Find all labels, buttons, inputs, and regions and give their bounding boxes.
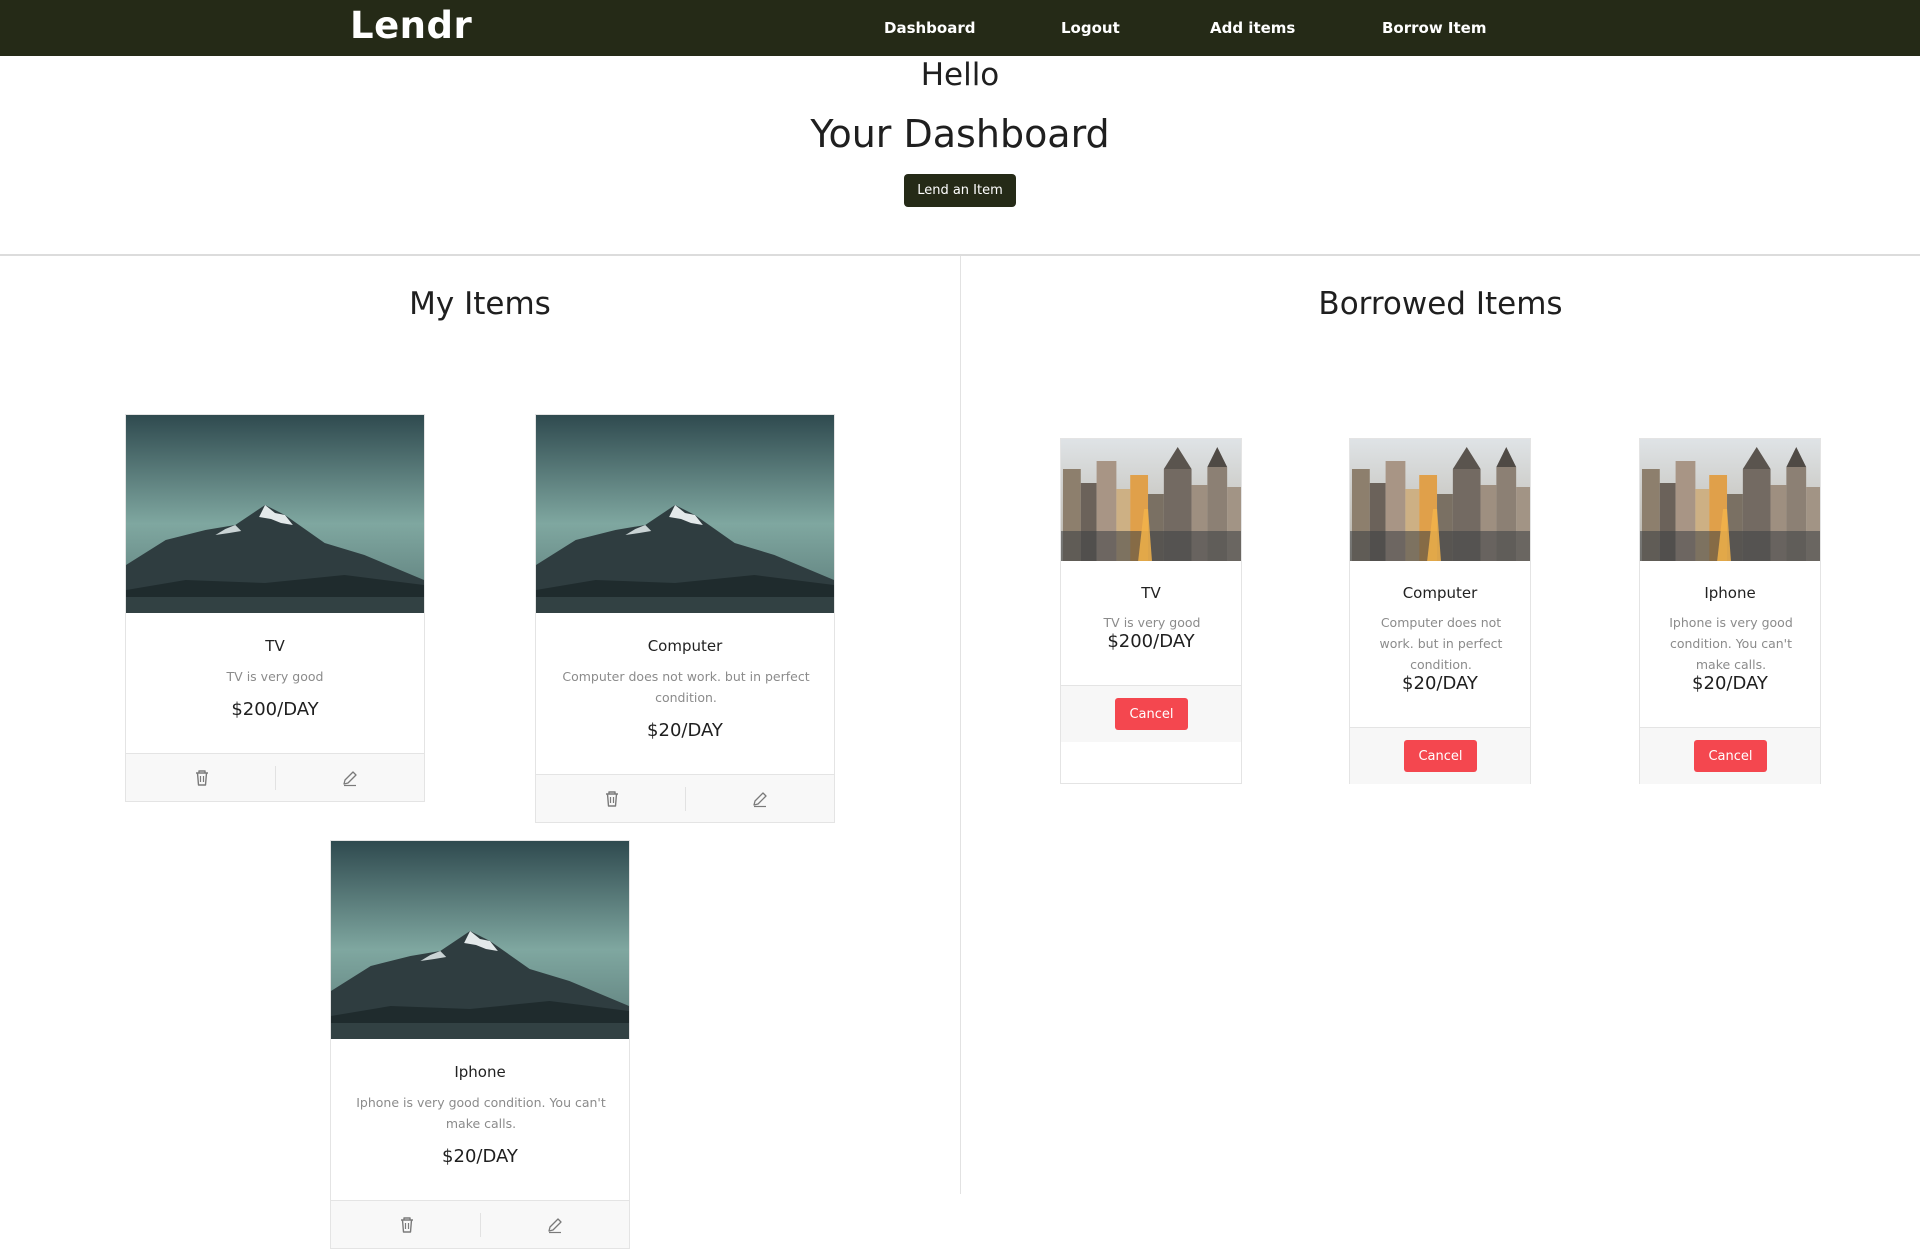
city-photo [1350,439,1530,561]
item-description: Iphone is very good condition. You can't… [1669,615,1793,672]
card-actions [331,1200,629,1248]
action-separator [685,787,686,811]
city-photo [1640,439,1820,561]
mountain-photo [126,415,424,613]
card-actions [126,753,424,801]
item-name: TV [265,637,285,655]
item-name: Computer [1402,584,1478,602]
action-separator [480,1213,481,1237]
card-actions [536,774,834,822]
my-item-card: TV TV is very good $200/DAY [125,414,425,802]
pencil-icon[interactable] [543,1213,567,1237]
item-name: Computer [647,637,723,655]
lend-item-button[interactable]: Lend an Item [904,174,1016,207]
nav-link-borrow-item[interactable]: Borrow Item [1382,0,1486,56]
nav-link-logout[interactable]: Logout [1061,0,1120,56]
item-name: Iphone [454,1063,506,1081]
my-item-card: Iphone Iphone is very good condition. Yo… [330,840,630,1249]
item-price: $200/DAY [1107,631,1195,652]
item-price: $200/DAY [231,699,319,720]
action-separator [275,766,276,790]
cancel-button[interactable]: Cancel [1694,740,1767,772]
borrowed-item-card: Iphone Iphone is very good condition. Yo… [1639,438,1821,784]
mountain-photo [536,415,834,613]
page-title: Your Dashboard [810,112,1110,156]
item-price: $20/DAY [1402,673,1478,694]
pencil-icon[interactable] [338,766,362,790]
item-price: $20/DAY [1692,673,1768,694]
item-price: $20/DAY [442,1146,518,1167]
pencil-icon[interactable] [748,787,772,811]
item-name: Iphone [1704,584,1756,602]
card-actions: Cancel [1350,727,1530,784]
borrowed-item-card: TV TV is very good $200/DAY Cancel [1060,438,1242,784]
item-description: TV is very good [1103,615,1201,630]
item-price: $20/DAY [647,720,723,741]
cancel-button[interactable]: Cancel [1115,698,1188,730]
top-navbar: Lendr Dashboard Logout Add items Borrow … [0,0,1920,56]
item-description: Computer does not work. but in perfect c… [1379,615,1503,672]
column-divider [960,256,961,1194]
borrowed-items-heading: Borrowed Items [1318,286,1563,322]
my-item-card: Computer Computer does not work. but in … [535,414,835,823]
city-photo [1061,439,1241,561]
cancel-button[interactable]: Cancel [1404,740,1477,772]
card-actions: Cancel [1640,727,1820,784]
item-description: Computer does not work. but in perfect c… [562,669,810,705]
trash-icon[interactable] [600,787,624,811]
trash-icon[interactable] [395,1213,419,1237]
card-actions: Cancel [1061,685,1241,742]
trash-icon[interactable] [190,766,214,790]
item-name: TV [1141,584,1161,602]
item-description: Iphone is very good condition. You can't… [356,1095,606,1131]
brand-logo[interactable]: Lendr [350,0,472,56]
nav-link-dashboard[interactable]: Dashboard [884,0,975,56]
mountain-photo [331,841,629,1039]
my-items-heading: My Items [409,286,551,322]
nav-link-add-items[interactable]: Add items [1210,0,1295,56]
greeting: Hello [920,57,1000,93]
borrowed-item-card: Computer Computer does not work. but in … [1349,438,1531,784]
item-description: TV is very good [226,669,324,684]
